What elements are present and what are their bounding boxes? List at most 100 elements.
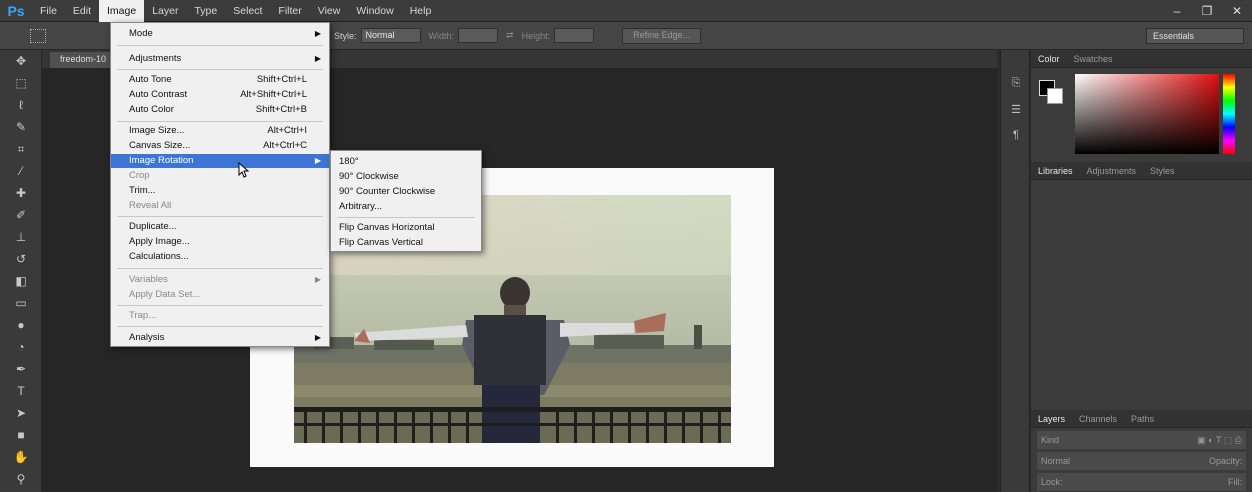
swap-icon[interactable]: ⇄ [506,30,514,41]
blend-mode-row[interactable]: Normal Opacity: [1037,452,1246,470]
lock-row[interactable]: Lock: Fill: [1037,473,1246,491]
tab-styles[interactable]: Styles [1143,166,1182,176]
submenu-item-flip-horizontal[interactable]: Flip Canvas Horizontal [331,221,481,235]
menu-item-image-rotation[interactable]: Image Rotation ▶ [111,154,329,168]
fill-label: Fill: [1228,477,1242,487]
menu-separator [117,216,323,217]
gradient-tool-icon[interactable]: ▭ [0,292,42,314]
brush-tool-icon[interactable]: ✐ [0,204,42,226]
menu-item-analysis[interactable]: Analysis ▶ [111,331,329,345]
refine-edge-button[interactable]: Refine Edge... [622,27,702,44]
submenu-item-180[interactable]: 180° [331,155,481,169]
tab-color[interactable]: Color [1031,54,1067,64]
menu-layer[interactable]: Layer [144,0,186,22]
history-brush-tool-icon[interactable]: ↺ [0,248,42,270]
tab-paths[interactable]: Paths [1124,414,1161,424]
properties-panel-icon[interactable]: ☰ [1001,96,1031,122]
eraser-tool-icon[interactable]: ◧ [0,270,42,292]
marquee-options-icon[interactable] [30,28,46,43]
submenu-item-90-clockwise[interactable]: 90° Clockwise [331,170,481,184]
tab-libraries[interactable]: Libraries [1031,166,1080,176]
menu-item-image-size[interactable]: Image Size... Alt+Ctrl+I [111,124,329,138]
menu-help[interactable]: Help [402,0,440,22]
menu-separator [337,217,475,218]
zoom-tool-icon[interactable]: ⚲ [0,468,42,490]
submenu-arrow-icon: ▶ [314,29,321,38]
menu-item-crop[interactable]: Crop [111,169,329,183]
marquee-tool-icon[interactable]: ⬚ [0,72,42,94]
path-select-tool-icon[interactable]: ➤ [0,402,42,424]
shape-tool-icon[interactable]: ■ [0,424,42,446]
menu-image[interactable]: Image [99,0,145,22]
quick-select-tool-icon[interactable]: ✎ [0,116,42,138]
menu-item-duplicate[interactable]: Duplicate... [111,220,329,234]
menu-item-calculations[interactable]: Calculations... [111,250,329,264]
menu-item-label: Crop [129,170,150,181]
submenu-item-flip-vertical[interactable]: Flip Canvas Vertical [331,236,481,250]
menu-item-apply-image[interactable]: Apply Image... [111,235,329,249]
menu-view[interactable]: View [310,0,349,22]
pen-tool-icon[interactable]: ✒ [0,358,42,380]
menu-file[interactable]: File [32,0,65,22]
menu-item-auto-tone[interactable]: Auto Tone Shift+Ctrl+L [111,73,329,87]
menu-type[interactable]: Type [186,0,225,22]
blur-tool-icon[interactable]: ● [0,314,42,336]
menu-edit[interactable]: Edit [65,0,99,22]
menu-filter[interactable]: Filter [270,0,309,22]
close-icon[interactable]: ✕ [1222,0,1252,22]
style-select[interactable]: Normal [360,28,421,43]
menu-item-label: Duplicate... [129,221,177,232]
menu-select[interactable]: Select [225,0,270,22]
layer-filter-icons: ▣ ◐ T ⬚ ⎙ [1197,434,1242,445]
menu-item-apply-data-set[interactable]: Apply Data Set... [111,288,329,302]
minimize-icon[interactable]: – [1162,0,1192,22]
window-controls: – ❐ ✕ [1162,0,1252,22]
menu-item-mode[interactable]: Mode ▶ [111,27,329,41]
menu-item-auto-color[interactable]: Auto Color Shift+Ctrl+B [111,103,329,117]
hand-tool-icon[interactable]: ✋ [0,446,42,468]
menu-item-label: Adjustments [129,53,182,64]
height-field[interactable] [554,28,595,43]
menu-item-variables[interactable]: Variables ▶ [111,273,329,287]
menu-item-reveal-all[interactable]: Reveal All [111,199,329,213]
submenu-arrow-icon: ▶ [314,54,321,63]
menu-separator [117,45,323,46]
menu-item-label: Apply Image... [129,236,190,247]
tab-adjustments[interactable]: Adjustments [1080,166,1144,176]
tab-channels[interactable]: Channels [1072,414,1124,424]
clone-stamp-tool-icon[interactable]: ⊥ [0,226,42,248]
tab-layers[interactable]: Layers [1031,414,1072,424]
menu-item-canvas-size[interactable]: Canvas Size... Alt+Ctrl+C [111,139,329,153]
menu-window[interactable]: Window [348,0,401,22]
move-tool-icon[interactable]: ✥ [0,50,42,72]
layer-kind-filter[interactable]: Kind ▣ ◐ T ⬚ ⎙ [1037,431,1246,449]
menu-item-trim[interactable]: Trim... [111,184,329,198]
blend-mode-select[interactable]: Normal [1041,456,1070,466]
type-tool-icon[interactable]: T [0,380,42,402]
history-panel-icon[interactable]: ⎘ [1001,70,1031,96]
document-tab[interactable]: freedom-10 [50,52,117,68]
workspace-select[interactable]: Essentials [1146,28,1244,44]
submenu-item-arbitrary[interactable]: Arbitrary... [331,200,481,214]
lasso-tool-icon[interactable]: ℓ [0,94,42,116]
tab-swatches[interactable]: Swatches [1067,54,1120,64]
crop-tool-icon[interactable]: ⌗ [0,138,42,160]
submenu-arrow-icon: ▶ [314,156,321,165]
eyedropper-tool-icon[interactable]: ⁄ [0,160,42,182]
dodge-tool-icon[interactable]: ◔ [0,336,42,358]
paragraph-panel-icon[interactable]: ¶ [1001,122,1031,148]
submenu-arrow-icon: ▶ [314,333,321,342]
layers-panel-tabs: Layers Channels Paths [1031,410,1252,428]
healing-brush-tool-icon[interactable]: ✚ [0,182,42,204]
menu-item-auto-contrast[interactable]: Auto Contrast Alt+Shift+Ctrl+L [111,88,329,102]
submenu-item-90-counter-clockwise[interactable]: 90° Counter Clockwise [331,185,481,199]
menu-item-trap[interactable]: Trap... [111,309,329,323]
color-spectrum[interactable] [1075,74,1219,154]
color-panel [1031,68,1252,163]
background-color-swatch[interactable] [1047,88,1063,104]
restore-icon[interactable]: ❐ [1192,0,1222,22]
width-field[interactable] [458,28,499,43]
menu-item-adjustments[interactable]: Adjustments ▶ [111,52,329,66]
menu-separator [117,69,323,70]
hue-slider[interactable] [1223,74,1235,154]
